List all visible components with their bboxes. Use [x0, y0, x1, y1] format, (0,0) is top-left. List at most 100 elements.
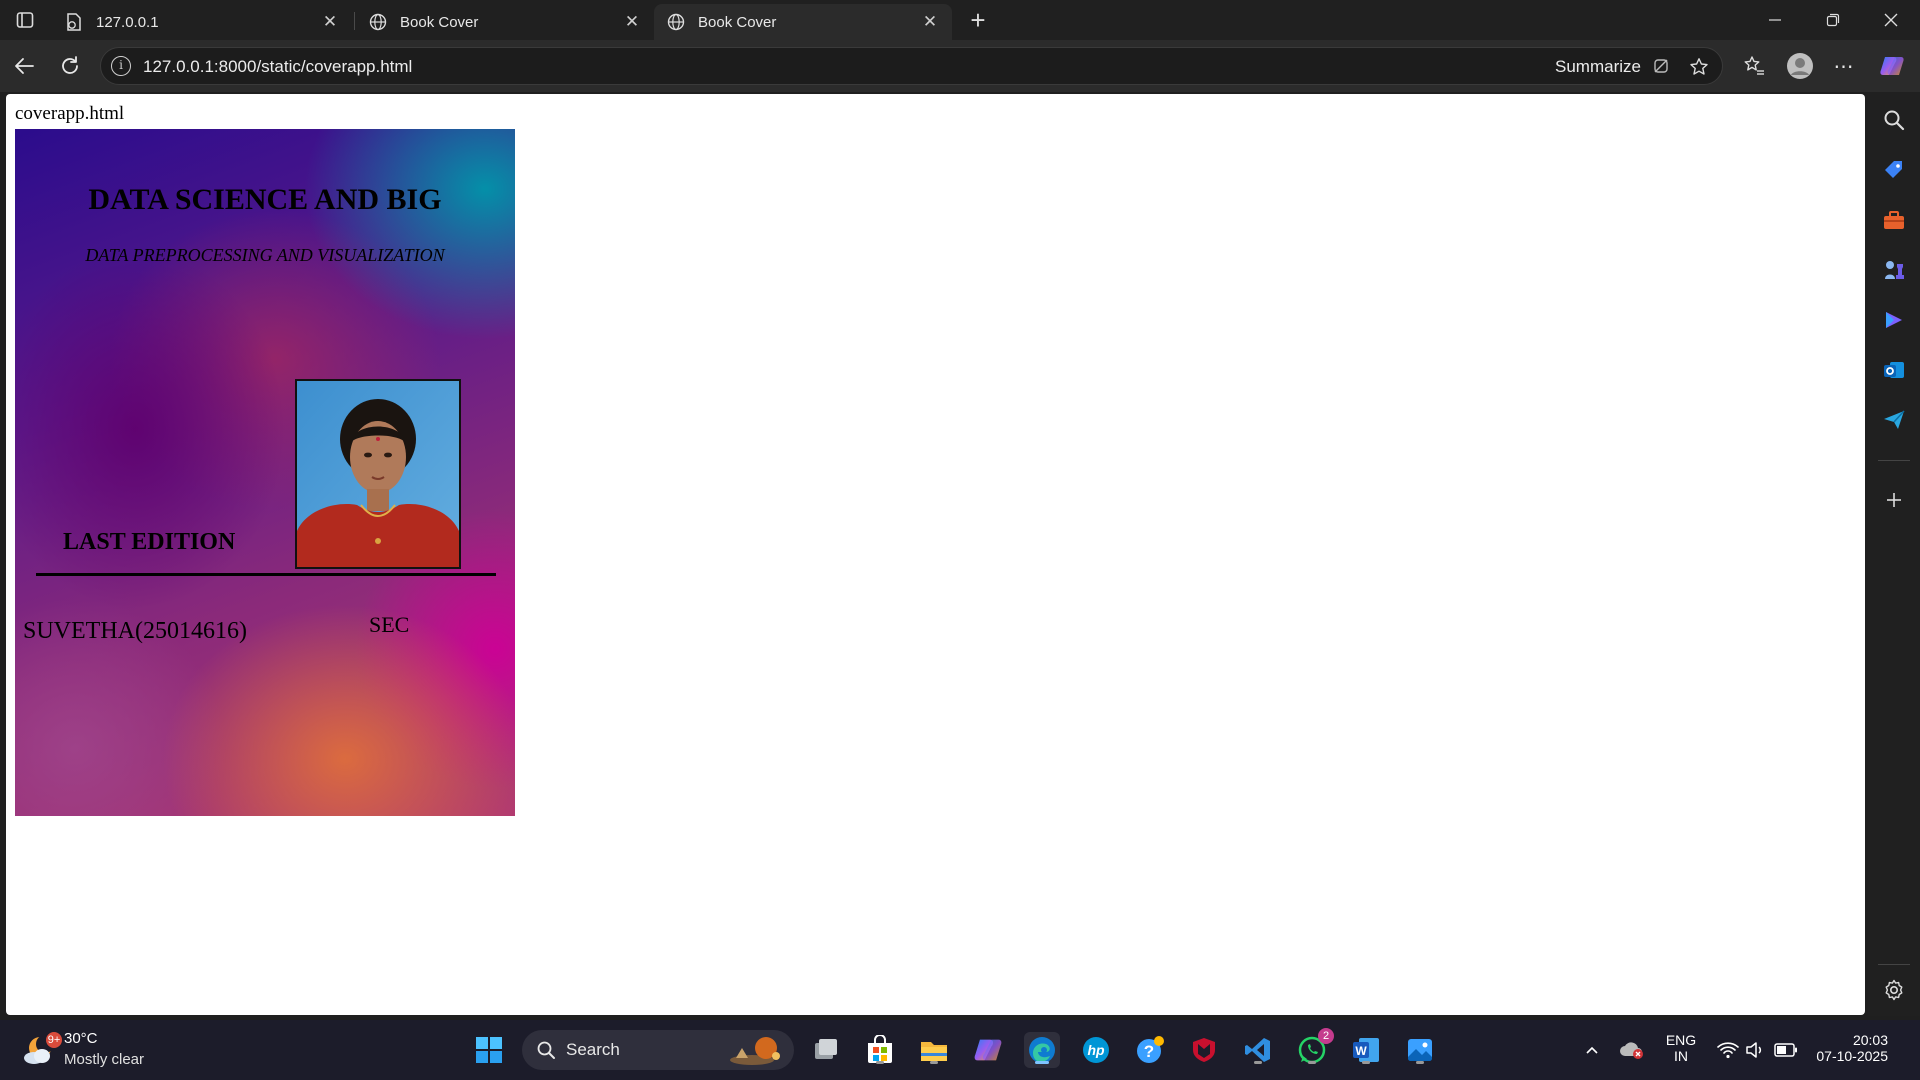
address-bar[interactable]: i 127.0.0.1:8000/static/coverapp.html Su… [100, 47, 1723, 85]
photos-button[interactable] [1402, 1032, 1438, 1068]
cover-divider [36, 573, 496, 576]
restore-button[interactable] [1804, 0, 1862, 40]
word-button[interactable]: W [1348, 1032, 1384, 1068]
sidebar-tools-button[interactable] [1882, 208, 1906, 232]
sidebar-send-button[interactable] [1882, 408, 1906, 432]
speaker-icon [1746, 1042, 1762, 1058]
page-viewport: coverapp.html DATA SCIENCE AND BIG DATA … [6, 94, 1865, 1015]
tab-actions-icon [16, 12, 34, 28]
chess-pieces-icon [1885, 261, 1904, 279]
copilot-button[interactable] [1876, 50, 1908, 82]
task-view-button[interactable] [808, 1032, 844, 1068]
cover-college: SEC [369, 612, 410, 637]
new-tab-button[interactable]: + [960, 4, 996, 36]
sidebar-search-button[interactable] [1882, 108, 1906, 132]
copilot-taskbar-button[interactable] [970, 1032, 1006, 1068]
mcafee-button[interactable] [1186, 1032, 1222, 1068]
tab-title: Book Cover [698, 13, 777, 31]
sidebar-copilot-app-button[interactable] [1882, 308, 1906, 332]
summarize-button[interactable]: Summarize [1555, 57, 1641, 77]
copilot-app-icon [1886, 312, 1902, 328]
sidebar-settings-button[interactable] [1882, 978, 1906, 1002]
reload-button[interactable] [54, 50, 86, 82]
weather-temperature[interactable]: 30°C [64, 1030, 98, 1047]
shopping-tag-icon [1885, 161, 1902, 178]
running-indicator [876, 1061, 884, 1064]
search-highlight-icon [730, 1037, 780, 1065]
sidebar-outlook-button[interactable] [1882, 358, 1906, 382]
cover-author: SUVETHA(25014616) [23, 618, 247, 644]
minimize-icon [1769, 19, 1781, 21]
toolbox-icon [1884, 211, 1904, 229]
battery-icon [1774, 1043, 1797, 1057]
restore-icon [1826, 13, 1840, 27]
weather-widget[interactable]: 9+ [20, 1030, 62, 1070]
close-tab-icon[interactable]: ✕ [920, 12, 940, 32]
sidebar-divider [1878, 460, 1910, 461]
volume-button[interactable] [1740, 1032, 1772, 1068]
taskbar-search[interactable]: Search [522, 1030, 794, 1070]
help-icon: ? [1137, 1036, 1164, 1063]
weather-description[interactable]: Mostly clear [64, 1051, 144, 1068]
weather-badge: 9+ [46, 1032, 62, 1048]
clock-time: 20:03 [1852, 1032, 1888, 1048]
sidebar-add-button[interactable] [1882, 488, 1906, 512]
hp-app-button[interactable]: hp [1078, 1032, 1114, 1068]
tab-separator [354, 12, 355, 30]
windows-taskbar: 9+ 30°C Mostly clear Search hp ? 2 W ENG… [0, 1020, 1920, 1080]
hp-logo-icon: hp [1083, 1037, 1109, 1063]
back-arrow-icon [15, 58, 34, 74]
favorites-icon [1744, 56, 1764, 75]
whatsapp-badge: 2 [1318, 1028, 1334, 1044]
onedrive-status-button[interactable] [1614, 1032, 1650, 1068]
minimize-button[interactable] [1746, 0, 1804, 40]
running-indicator [1254, 1061, 1262, 1064]
whatsapp-button[interactable]: 2 [1294, 1028, 1334, 1068]
language-code: ENG [1665, 1032, 1697, 1048]
close-icon [1884, 13, 1898, 27]
vscode-button[interactable] [1240, 1032, 1276, 1068]
site-info-icon[interactable]: i [111, 56, 131, 76]
tab-book-cover[interactable]: Book Cover ✕ [356, 4, 654, 40]
language-indicator[interactable]: ENG IN [1660, 1032, 1702, 1064]
show-hidden-icons-button[interactable] [1574, 1032, 1610, 1068]
copilot-mode-icon[interactable] [1651, 57, 1671, 77]
cover-title: DATA SCIENCE AND BIG [88, 183, 442, 216]
start-button[interactable] [471, 1032, 507, 1068]
chevron-up-icon [1586, 1046, 1598, 1054]
tab-book-cover-active[interactable]: Book Cover ✕ [654, 4, 952, 40]
profile-button[interactable] [1784, 50, 1816, 82]
search-label: Search [566, 1040, 620, 1059]
close-tab-icon[interactable]: ✕ [320, 12, 340, 32]
page-heading: coverapp.html [15, 103, 125, 124]
close-window-button[interactable] [1862, 0, 1920, 40]
outlook-icon [1884, 362, 1904, 378]
back-button[interactable] [8, 50, 40, 82]
running-indicator [1416, 1061, 1424, 1064]
reload-icon [62, 56, 78, 74]
avatar-icon [1787, 53, 1813, 79]
close-tab-icon[interactable]: ✕ [622, 12, 642, 32]
cover-edition: LAST EDITION [63, 529, 236, 555]
sidebar-divider [1878, 964, 1910, 965]
battery-button[interactable] [1770, 1032, 1802, 1068]
edge-taskbar-button[interactable] [1024, 1032, 1060, 1068]
tab-actions-button[interactable] [10, 6, 40, 34]
sidebar-shopping-button[interactable] [1882, 158, 1906, 182]
favorite-star-icon[interactable] [1689, 57, 1709, 77]
favorites-button[interactable] [1738, 50, 1770, 82]
tab-title: Book Cover [400, 13, 479, 31]
microsoft-store-button[interactable] [862, 1032, 898, 1068]
tab-localhost[interactable]: 127.0.0.1 ✕ [52, 4, 352, 40]
file-explorer-button[interactable] [916, 1032, 952, 1068]
cloud-error-icon [1620, 1042, 1643, 1059]
cover-subtitle: DATA PREPROCESSING AND VISUALIZATION [85, 245, 445, 265]
settings-menu-button[interactable]: ⋯ [1828, 50, 1860, 82]
running-indicator [1308, 1061, 1316, 1064]
get-help-button[interactable]: ? [1132, 1032, 1168, 1068]
sidebar-games-button[interactable] [1882, 258, 1906, 282]
address-url[interactable]: 127.0.0.1:8000/static/coverapp.html [143, 57, 412, 77]
windows-logo-icon [476, 1037, 502, 1063]
clock[interactable]: 20:03 07-10-2025 [1808, 1032, 1888, 1064]
gear-icon [1885, 979, 1903, 1001]
